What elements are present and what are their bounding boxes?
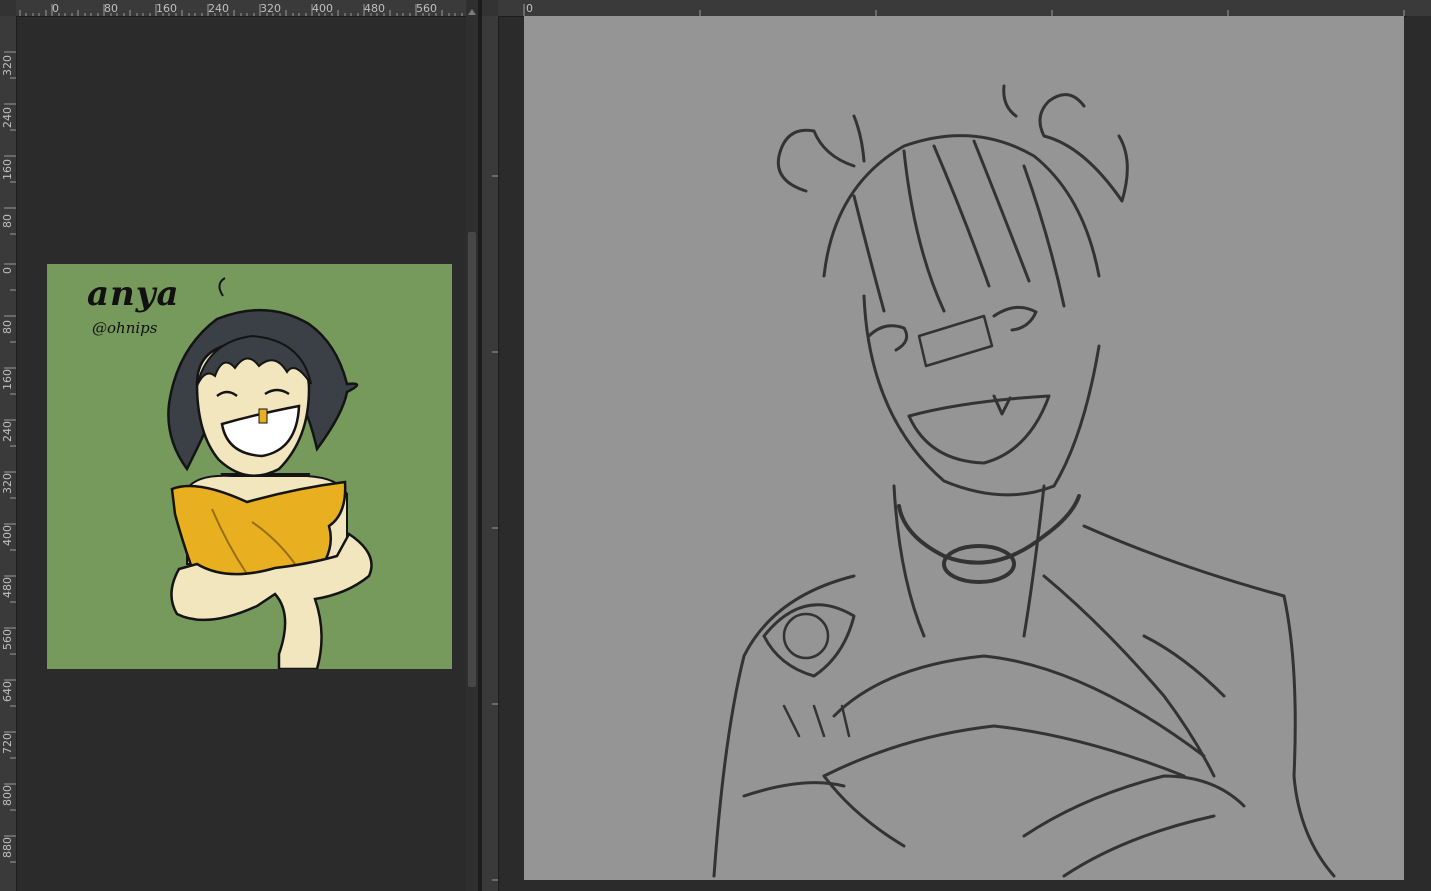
ruler-label: 0	[52, 2, 59, 15]
ruler-ticks	[492, 175, 498, 881]
ruler-corner	[0, 0, 17, 17]
vertical-scrollbar[interactable]	[466, 0, 478, 891]
ruler-horizontal-right: 0	[498, 0, 1431, 17]
ruler-label: 560	[1, 629, 14, 650]
ruler-label: 320	[1, 473, 14, 494]
signature-handle: @ohnips	[92, 319, 158, 337]
reference-image: anya @ohnips	[47, 264, 452, 669]
right-gutter	[1407, 16, 1431, 880]
ruler-vertical-right	[482, 16, 499, 891]
ruler-label: 0	[1, 267, 14, 274]
sketch-canvas[interactable]	[524, 16, 1404, 880]
ruler-label: 880	[1, 837, 14, 858]
ruler-label: 320	[1, 55, 14, 76]
signature-name: anya	[87, 274, 180, 314]
ruler-ticks	[4, 51, 16, 863]
ruler-label: 800	[1, 785, 14, 806]
ruler-label: 160	[1, 159, 14, 180]
pencil-sketch	[712, 84, 1336, 878]
ruler-label: 0	[526, 2, 533, 15]
ruler-label: 80	[1, 214, 14, 228]
scroll-thumb[interactable]	[468, 232, 476, 687]
ruler-label: 400	[1, 525, 14, 546]
ruler-horizontal-left: 0 80 160 240 320 400 480 560	[16, 0, 466, 17]
ruler-corner	[482, 0, 499, 17]
ruler-ticks	[19, 4, 463, 16]
ruler-label: 240	[208, 2, 229, 15]
ruler-label: 320	[260, 2, 281, 15]
ruler-ticks	[523, 4, 1405, 16]
ruler-label: 480	[1, 577, 14, 598]
ruler-label: 80	[104, 2, 118, 15]
scroll-up-arrow[interactable]	[468, 2, 476, 15]
reference-pane[interactable]: 0 80 160 240 320 400 480 560 320 240 160…	[0, 0, 478, 891]
sketch-pane[interactable]: 0	[482, 0, 1431, 891]
ruler-label: 240	[1, 107, 14, 128]
ruler-label: 720	[1, 733, 14, 754]
ruler-label: 240	[1, 421, 14, 442]
ruler-label: 160	[1, 369, 14, 390]
ruler-vertical-left: 320 240 160 80 0 80 160 240 320 400 480 …	[0, 16, 17, 891]
ruler-label: 400	[312, 2, 333, 15]
ruler-label: 640	[1, 681, 14, 702]
ruler-label: 560	[416, 2, 437, 15]
ruler-label: 480	[364, 2, 385, 15]
ruler-label: 160	[156, 2, 177, 15]
ruler-label: 80	[1, 320, 14, 334]
